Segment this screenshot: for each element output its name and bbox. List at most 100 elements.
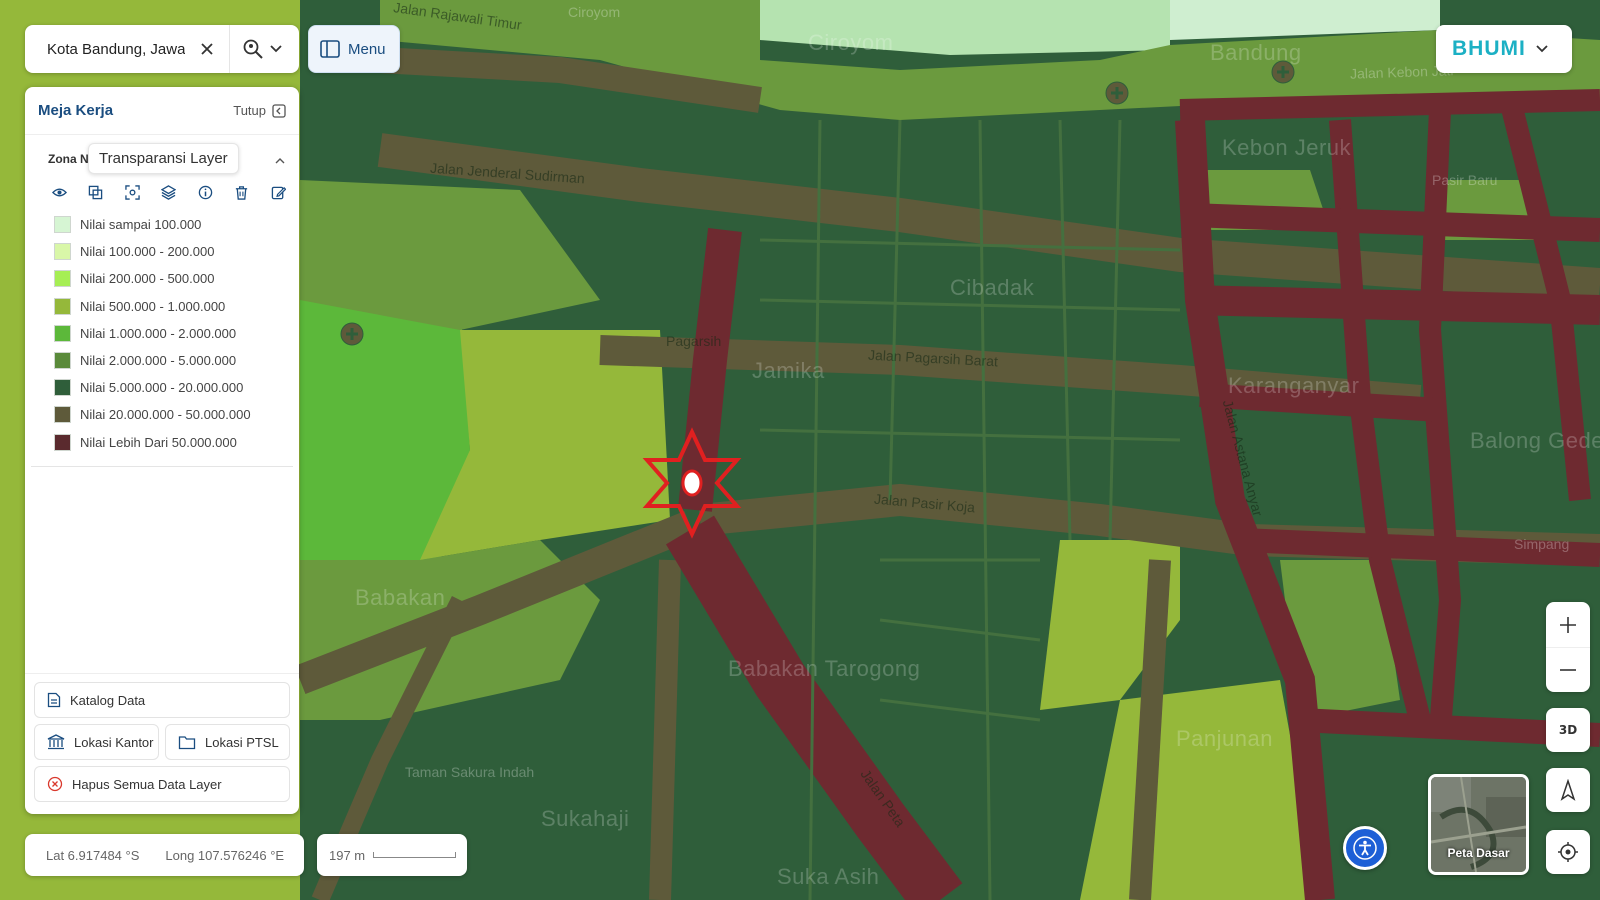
legend-label: Nilai 2.000.000 - 5.000.000 [80,353,237,369]
compass-icon [1560,779,1576,801]
chevron-down-icon [1536,45,1548,53]
legend-label: Nilai Lebih Dari 50.000.000 [80,434,237,450]
data-catalog-button[interactable]: Katalog Data [34,682,290,718]
scale-bar: 197 m [317,834,467,876]
brand-logo: BHUMI [1452,37,1526,60]
crosshair-icon [1558,842,1578,862]
latitude: Lat 6.917484 °S [46,847,140,863]
zoom-in-button[interactable] [1546,602,1590,647]
panel-title: Meja Kerja [38,102,114,119]
layers-icon [161,184,176,200]
menu-button[interactable]: Menu [308,25,400,73]
close-panel-label: Tutup [233,103,266,118]
location-buttons: Lokasi Kantor Lokasi PTSL [34,724,290,760]
legend-label: Nilai 100.000 - 200.000 [80,244,215,260]
legend-item: Nilai 1.000.000 - 2.000.000 [54,320,299,347]
scale-label: 197 m [329,847,366,863]
chevron-down-icon [270,45,282,53]
layer-order-button[interactable] [158,181,180,203]
accessibility-icon [1353,836,1377,860]
coordinates-display: Lat 6.917484 °S Long 107.576246 °E [25,834,304,876]
eye-icon [51,188,67,196]
brand-switcher[interactable]: BHUMI [1436,25,1572,73]
layer-info-button[interactable] [194,181,216,203]
edit-layer-button[interactable] [267,181,289,203]
locate-me-button[interactable] [1546,830,1590,874]
close-circle-icon [47,776,63,792]
legend-label: Nilai sampai 100.000 [80,217,202,233]
close-icon [201,43,213,55]
legend-item: Nilai 5.000.000 - 20.000.000 [54,374,299,401]
legend-swatch [54,433,71,451]
basemap-label: Peta Dasar [1447,846,1510,860]
office-location-button[interactable]: Lokasi Kantor [34,724,159,760]
legend-item: Nilai 200.000 - 500.000 [54,265,299,292]
document-icon [47,692,61,708]
legend-item: Nilai 100.000 - 200.000 [54,238,299,265]
trash-icon [235,185,248,200]
transparency-button[interactable] [85,181,107,203]
search-mode-dropdown[interactable] [242,38,282,60]
legend-swatch [54,243,71,261]
accessibility-button[interactable] [1343,826,1387,870]
plus-icon [1560,616,1576,633]
scale-line [373,852,457,858]
bank-icon [47,734,65,750]
legend-label: Nilai 200.000 - 500.000 [80,271,215,287]
panel-actions: Katalog Data Lokasi Kantor Lokasi PTSL H… [25,673,299,814]
clear-search-button[interactable] [197,39,217,59]
legend-swatch [54,352,71,370]
clear-all-layers-label: Hapus Semua Data Layer [72,776,222,792]
zoom-to-layer-button[interactable] [121,181,143,203]
remove-layer-button[interactable] [231,181,253,203]
legend-item: Nilai Lebih Dari 50.000.000 [54,429,299,456]
legend-swatch [54,297,71,315]
menu-label: Menu [348,40,386,58]
basemap-switcher[interactable]: Peta Dasar [1428,774,1529,875]
workspace-panel: Meja Kerja Tutup Zona Nilai Tanah Transp… [25,87,299,814]
copy-icon [88,185,103,199]
chevron-up-icon [275,158,285,164]
sidebar-icon [320,40,340,58]
search-divider [229,25,230,73]
close-panel-button[interactable]: Tutup [233,103,286,118]
legend-item: Nilai sampai 100.000 [54,211,299,238]
3d-label: 3D [1558,723,1578,737]
legend-item: Nilai 2.000.000 - 5.000.000 [54,347,299,374]
collapse-left-icon [272,103,286,118]
minus-icon [1560,669,1576,671]
location-search-icon [243,39,263,59]
search-input[interactable]: Kota Bandung, Jawa Barat [47,41,185,58]
legend-item: Nilai 20.000.000 - 50.000.000 [54,401,299,428]
collapse-layer-button[interactable] [275,151,285,169]
legend-swatch [54,270,71,288]
toggle-visibility-button[interactable] [48,181,70,203]
legend: Nilai sampai 100.000 Nilai 100.000 - 200… [25,205,299,456]
edit-icon [271,186,286,199]
legend-swatch [54,324,71,342]
layer-toolbar [25,179,299,205]
panel-header: Meja Kerja Tutup [25,87,299,135]
3d-toggle-button[interactable]: 3D [1546,708,1590,752]
tooltip: Transparansi Layer [88,143,239,174]
legend-label: Nilai 500.000 - 1.000.000 [80,298,226,314]
focus-icon [124,184,140,200]
ptsl-location-label: Lokasi PTSL [205,734,279,750]
compass-button[interactable] [1546,768,1590,812]
legend-swatch [54,216,71,234]
data-catalog-label: Katalog Data [70,692,146,708]
legend-item: Nilai 500.000 - 1.000.000 [54,293,299,320]
legend-swatch [54,406,71,424]
info-icon [198,185,212,199]
legend-label: Nilai 1.000.000 - 2.000.000 [80,325,237,341]
layer-header[interactable]: Zona Nilai Tanah Transparansi Layer [25,139,299,179]
longitude: Long 107.576246 °E [165,847,285,863]
ptsl-location-button[interactable]: Lokasi PTSL [165,724,290,760]
zoom-out-button[interactable] [1546,647,1590,692]
legend-label: Nilai 5.000.000 - 20.000.000 [80,380,244,396]
clear-all-layers-button[interactable]: Hapus Semua Data Layer [34,766,290,802]
divider [31,465,293,467]
legend-label: Nilai 20.000.000 - 50.000.000 [80,407,251,423]
zoom-controls [1546,602,1590,692]
layer-name: Zona Nilai Tanah [48,152,88,166]
